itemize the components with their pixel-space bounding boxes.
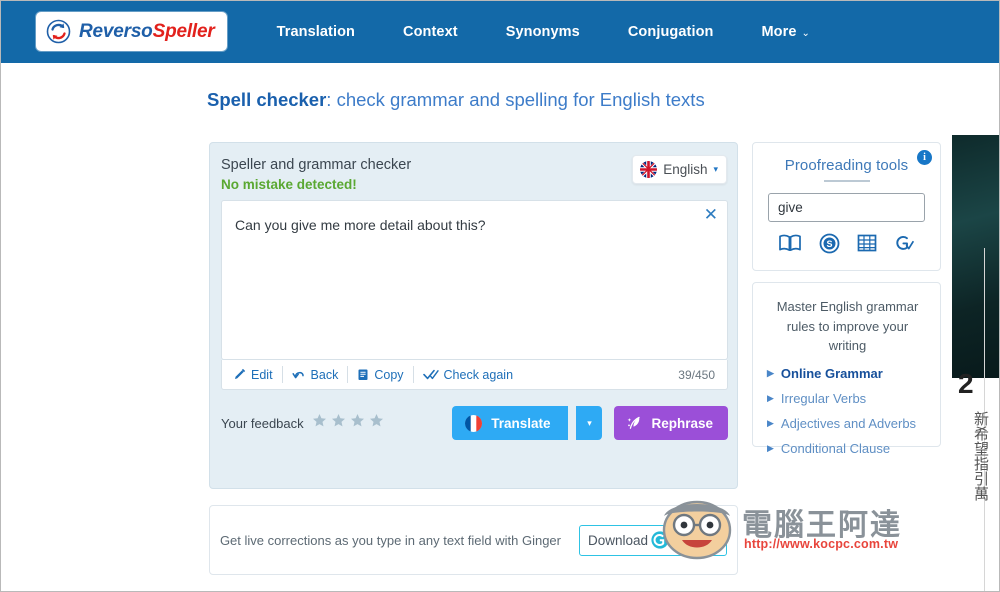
nav-label: Translation [276,23,356,40]
reverso-speller-logo[interactable]: ReversoSpeller [36,12,227,51]
browser-screenshot: ReversoSpeller Translation Context Synon… [0,0,1000,592]
ginger-wordmark: INGER [672,531,719,549]
feedback-label: Your feedback [221,415,304,431]
triangle-right-icon: ▶ [767,417,774,428]
nav-label: Synonyms [505,23,580,40]
divider [823,180,870,182]
logo-text-speller: Speller [152,20,215,42]
tool-label: Check again [443,367,514,382]
triangle-right-icon: ▶ [767,367,774,378]
grammar-link-label: Online Grammar [780,365,883,381]
chevron-down-icon: ▾ [587,417,592,428]
tool-label: Edit [251,367,273,382]
grammar-link-label: Irregular Verbs [780,390,867,406]
sparkle-quill-icon [626,415,643,432]
nav-label: Conjugation [627,23,714,40]
proofreading-icon-row: S [753,233,940,254]
logo-text-reverso: Reverso [79,20,153,42]
pencil-icon [233,368,246,381]
rephrase-label: Rephrase [651,415,713,431]
nav-label: Context [403,23,458,40]
right-column-number: 2 [958,368,974,399]
nav-items: Translation Context Synonyms Conjugation… [253,16,834,48]
ginger-promo-text: Get live corrections as you type in any … [219,532,561,548]
text-input-area[interactable]: Can you give me more detail about this? … [221,200,728,360]
tool-label: Back [310,367,339,382]
double-check-icon [422,368,439,381]
grammar-g-check-icon[interactable] [894,233,915,254]
card-header: Speller and grammar checker No mistake d… [210,143,737,197]
spell-checker-card: Speller and grammar checker No mistake d… [209,142,738,489]
star-icon[interactable] [369,413,384,433]
copy-button[interactable]: Copy [348,366,414,383]
feedback-row: Your feedback Translate ▾ Rephrase [221,403,728,443]
logo-wordmark: ReversoSpeller [79,21,215,43]
nav-item-more[interactable]: More ⌄ [738,16,835,48]
tool-label: Copy [374,367,404,382]
chevron-down-icon: ⌄ [801,27,811,39]
editor-toolbar: Edit Back Copy Check again 39/450 [221,360,728,390]
synonyms-s-circle-icon[interactable]: S [819,233,840,254]
ginger-promo-banner: Get live corrections as you type in any … [209,505,738,575]
check-again-button[interactable]: Check again [414,366,523,383]
top-navigation-bar: ReversoSpeller Translation Context Synon… [0,0,1000,63]
translate-label: Translate [491,415,551,431]
nav-item-conjugation[interactable]: Conjugation [604,16,738,48]
triangle-right-icon: ▶ [767,392,774,403]
chevron-down-icon: ▾ [713,164,718,174]
nav-item-context[interactable]: Context [379,16,482,48]
download-ginger-button[interactable]: Download INGER [578,524,728,556]
checker-text-value[interactable]: Can you give me more detail about this? [222,201,727,235]
back-button[interactable]: Back [283,366,349,383]
proofreading-title: Proofreading tools [784,157,909,174]
rephrase-button[interactable]: Rephrase [614,406,728,440]
download-label: Download [587,532,649,548]
star-icon[interactable] [312,413,327,433]
page-content: Spell checker: check grammar and spellin… [0,63,950,592]
grammar-link-adjectives-adverbs[interactable]: ▶ Adjectives and Adverbs [767,416,928,431]
page-title-bold: Spell checker [207,89,327,110]
language-selector[interactable]: English ▾ [632,155,727,184]
ginger-logo-icon [650,530,670,550]
proofreading-search-input[interactable] [768,193,925,222]
proofreading-tools-card: i Proofreading tools S [752,142,941,271]
page-title: Spell checker: check grammar and spellin… [207,89,705,111]
grammar-link-label: Conditional Clause [780,440,891,456]
language-label: English [663,162,708,177]
feedback-stars[interactable] [312,413,384,433]
grammar-link-conditional-clause[interactable]: ▶ Conditional Clause [767,441,928,456]
translate-button[interactable]: Translate [452,406,569,440]
grammar-link-online-grammar[interactable]: ▶ Online Grammar [767,366,928,381]
close-icon[interactable]: ✕ [704,207,718,224]
right-column-text: 新希望指引萬 [972,411,989,501]
clipboard-icon [357,368,369,381]
dictionary-book-icon[interactable] [778,233,802,254]
character-counter: 39/450 [678,367,715,382]
grammar-heading: Master English grammar rules to improve … [776,299,919,353]
star-icon[interactable] [331,413,346,433]
grammar-links-card: Master English grammar rules to improve … [752,282,941,456]
conjugation-grid-icon[interactable] [857,233,877,254]
page-title-rest: : check grammar and spelling for English… [326,89,705,110]
nav-item-translation[interactable]: Translation [253,16,379,48]
action-buttons: Translate ▾ Rephrase [452,406,728,440]
undo-arrow-icon [291,368,306,381]
decorative-dark-image [952,135,1000,378]
translate-dropdown-button[interactable]: ▾ [576,406,603,440]
svg-text:S: S [826,239,832,249]
grammar-link-irregular-verbs[interactable]: ▶ Irregular Verbs [767,391,928,406]
info-icon[interactable]: i [917,150,932,165]
right-page-column: 2 新希望指引萬 [950,63,1000,592]
reverso-circular-arrows-icon [46,19,71,44]
edit-button[interactable]: Edit [231,366,283,383]
uk-flag-icon [640,161,658,178]
france-flag-icon [465,414,483,432]
triangle-right-icon: ▶ [767,442,774,453]
nav-label: More [761,23,797,40]
star-icon[interactable] [350,413,365,433]
nav-item-synonyms[interactable]: Synonyms [482,16,604,48]
grammar-link-label: Adjectives and Adverbs [780,415,917,431]
